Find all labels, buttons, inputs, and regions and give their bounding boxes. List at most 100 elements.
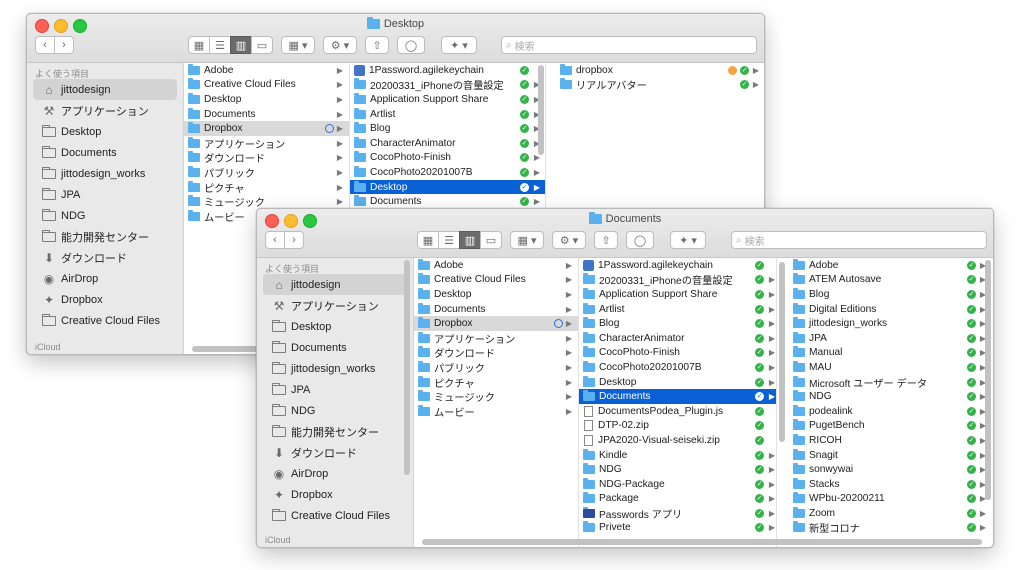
dropbox-button[interactable]: ✦ ▾ — [670, 231, 706, 249]
list-item[interactable]: PugetBench ✓ ▶ — [789, 419, 993, 434]
list-item[interactable]: Creative Cloud Files ▶ — [184, 78, 349, 93]
list-item[interactable]: Documents ▶ — [184, 107, 349, 122]
list-item[interactable]: Kindle ✓ ▶ — [579, 448, 776, 463]
list-item[interactable]: CharacterAnimator ✓ ▶ — [350, 136, 545, 151]
search-field[interactable]: ⌕ 検索 — [731, 231, 987, 249]
sidebar-item-airdrop[interactable]: ◉ AirDrop — [27, 268, 183, 289]
list-item[interactable]: JPA2020-Visual-seiseki.zip ✓ — [579, 433, 776, 448]
list-item[interactable]: sonwywai ✓ ▶ — [789, 462, 993, 477]
list-item[interactable]: パブリック ▶ — [184, 165, 349, 180]
sidebar-item-downloads[interactable]: ⬇ ダウンロード — [257, 442, 413, 463]
list-item[interactable]: Desktop ✓ ▶ — [579, 375, 776, 390]
scrollbar[interactable] — [985, 260, 991, 500]
list-item[interactable]: Desktop ▶ — [184, 92, 349, 107]
list-item[interactable]: dropbox ✓ ▶ — [556, 63, 764, 78]
sidebar-item-downloads[interactable]: ⬇ ダウンロード — [27, 247, 183, 268]
list-item-selected[interactable]: Dropbox ▶ — [184, 121, 349, 136]
list-item[interactable]: Documents ▶ — [414, 302, 578, 317]
list-item-selected[interactable]: Desktop ✓ ▶ — [350, 179, 545, 195]
group-button[interactable]: ▦ ▾ — [281, 36, 315, 54]
list-item[interactable]: Adobe ▶ — [414, 258, 578, 273]
list-item[interactable]: Blog ✓ ▶ — [350, 121, 545, 136]
tags-button[interactable]: ◯ — [626, 231, 654, 249]
list-item[interactable]: Adobe ✓ ▶ — [789, 258, 993, 273]
list-item[interactable]: Digital Editions ✓ ▶ — [789, 302, 993, 317]
list-item[interactable]: jittodesign_works ✓ ▶ — [789, 316, 993, 331]
sidebar-item-dropbox[interactable]: ✦ Dropbox — [27, 289, 183, 310]
column-view-button[interactable]: ▥ — [230, 36, 252, 54]
search-field[interactable]: ⌕ 検索 — [501, 36, 757, 54]
sidebar-item-documents[interactable]: Documents — [27, 142, 183, 163]
list-item[interactable]: Microsoft ユーザー データ ✓ ▶ — [789, 375, 993, 390]
list-item[interactable]: 1Password.agilekeychain ✓ — [350, 63, 545, 78]
back-button[interactable]: ‹ — [35, 36, 55, 54]
scrollbar[interactable] — [538, 65, 544, 155]
sidebar-item-dropbox[interactable]: ✦ Dropbox — [257, 484, 413, 505]
list-item[interactable]: Blog ✓ ▶ — [789, 287, 993, 302]
list-view-button[interactable]: ☰ — [438, 231, 460, 249]
list-item[interactable]: ピクチャ ▶ — [184, 180, 349, 195]
action-gear-button[interactable]: ⚙ ▾ — [323, 36, 357, 54]
list-item[interactable]: Documents ✓ ▶ — [350, 194, 545, 209]
list-item[interactable]: Artlist ✓ ▶ — [579, 302, 776, 317]
list-item[interactable]: CocoPhoto-Finish ✓ ▶ — [350, 151, 545, 166]
list-item[interactable]: Adobe ▶ — [184, 63, 349, 78]
sidebar-item-creative-cloud[interactable]: Creative Cloud Files — [27, 310, 183, 331]
list-item[interactable]: NDG ✓ ▶ — [789, 389, 993, 404]
list-item[interactable]: Snagit ✓ ▶ — [789, 448, 993, 463]
scrollbar[interactable] — [779, 262, 785, 442]
list-item[interactable]: CocoPhoto20201007B ✓ ▶ — [579, 360, 776, 375]
scrollbar[interactable] — [422, 539, 982, 545]
gallery-view-button[interactable]: ▭ — [251, 36, 273, 54]
list-item[interactable]: アプリケーション ▶ — [414, 331, 578, 346]
share-button[interactable]: ⇧ — [365, 36, 389, 54]
tags-button[interactable]: ◯ — [397, 36, 425, 54]
sidebar-item-desktop[interactable]: Desktop — [27, 121, 183, 142]
sidebar-item-airdrop[interactable]: ◉ AirDrop — [257, 463, 413, 484]
list-item[interactable]: ATEM Autosave ✓ ▶ — [789, 273, 993, 288]
sidebar-item-applications[interactable]: ⚒ アプリケーション — [27, 100, 183, 121]
sidebar-item-training-center[interactable]: 能力開発センター — [257, 421, 413, 442]
list-item[interactable]: 新型コロナ ✓ ▶ — [789, 521, 993, 535]
list-item[interactable]: ダウンロード ▶ — [414, 346, 578, 360]
list-item[interactable]: DTP-02.zip ✓ — [579, 419, 776, 434]
list-item[interactable]: Blog ✓ ▶ — [579, 316, 776, 331]
back-button[interactable]: ‹ — [265, 231, 285, 249]
list-item[interactable]: パブリック ▶ — [414, 360, 578, 375]
list-item[interactable]: MAU ✓ ▶ — [789, 360, 993, 375]
list-item[interactable]: RICOH ✓ ▶ — [789, 433, 993, 448]
list-item[interactable]: Passwords アプリ ✓ ▶ — [579, 506, 776, 521]
list-item-selected[interactable]: Dropbox ▶ — [414, 316, 578, 331]
share-button[interactable]: ⇧ — [594, 231, 618, 249]
sidebar-item-creative-cloud[interactable]: Creative Cloud Files — [257, 505, 413, 526]
dropbox-button[interactable]: ✦ ▾ — [441, 36, 477, 54]
sidebar-item-applications[interactable]: ⚒ アプリケーション — [257, 295, 413, 316]
sidebar-item-jittodesign-works[interactable]: jittodesign_works — [257, 358, 413, 379]
icon-view-button[interactable]: ▦ — [188, 36, 210, 54]
sidebar-item-training-center[interactable]: 能力開発センター — [27, 226, 183, 247]
sidebar-item-ndg[interactable]: NDG — [27, 205, 183, 226]
list-item[interactable]: JPA ✓ ▶ — [789, 331, 993, 346]
list-item[interactable]: 1Password.agilekeychain ✓ — [579, 258, 776, 273]
list-item[interactable]: Artlist ✓ ▶ — [350, 107, 545, 122]
list-item[interactable]: CocoPhoto20201007B ✓ ▶ — [350, 165, 545, 180]
list-item[interactable]: podealink ✓ ▶ — [789, 404, 993, 419]
sidebar-item-desktop[interactable]: Desktop — [257, 316, 413, 337]
list-item[interactable]: NDG ✓ ▶ — [579, 462, 776, 477]
group-button[interactable]: ▦ ▾ — [510, 231, 544, 249]
list-item[interactable]: CocoPhoto-Finish ✓ ▶ — [579, 346, 776, 361]
list-item[interactable]: ミュージック ▶ — [184, 194, 349, 209]
list-view-button[interactable]: ☰ — [209, 36, 231, 54]
list-item[interactable]: ダウンロード ▶ — [184, 151, 349, 165]
sidebar-item-home[interactable]: ⌂ jittodesign — [33, 79, 177, 100]
column-view-button[interactable]: ▥ — [459, 231, 481, 249]
list-item[interactable]: Privete ✓ ▶ — [579, 521, 776, 536]
list-item[interactable]: WPbu-20200211 ✓ ▶ — [789, 492, 993, 507]
forward-button[interactable]: › — [284, 231, 304, 249]
list-item[interactable]: 20200331_iPhoneの音量設定 ✓ ▶ — [579, 273, 776, 287]
list-item[interactable]: ムービー▶ — [414, 404, 578, 419]
list-item[interactable]: Creative Cloud Files ▶ — [414, 273, 578, 288]
sidebar-item-ndg[interactable]: NDG — [257, 400, 413, 421]
list-item[interactable]: Package ✓ ▶ — [579, 492, 776, 507]
list-item[interactable]: Zoom ✓ ▶ — [789, 506, 993, 521]
